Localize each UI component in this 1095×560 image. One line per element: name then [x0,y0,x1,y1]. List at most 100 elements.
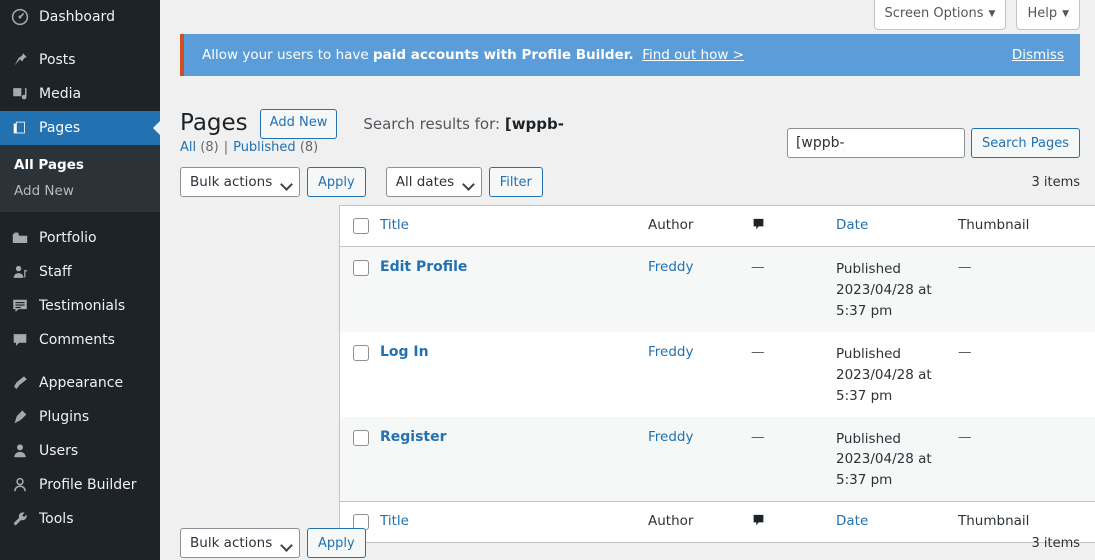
row-checkbox[interactable] [353,430,369,446]
row-author-cell: Freddy [648,332,751,417]
search-submit-button[interactable]: Search Pages [971,128,1080,158]
status-count-all: (8) [200,140,218,155]
filter-button[interactable]: Filter [489,167,543,197]
sidebar-item-comments[interactable]: Comments [0,323,160,357]
column-header-title: Title [380,206,648,247]
column-header-comments [751,206,836,247]
sidebar-separator [0,357,160,366]
plugins-icon [10,407,30,427]
help-button[interactable]: Help ▼ [1016,0,1080,30]
status-link-published[interactable]: Published [233,140,296,155]
page-title-link[interactable]: Edit Profile [380,259,467,275]
sidebar-subitem-add-new[interactable]: Add New [0,178,160,204]
tablenav-top: Bulk actions Apply All dates Filter 3 it… [180,166,1080,198]
date-filter-select[interactable]: All dates [386,167,482,197]
bulk-actions-select-wrap-bottom: Bulk actions [180,528,300,558]
date-status: Published [836,429,958,450]
bulk-actions-select-bottom[interactable]: Bulk actions [180,528,300,558]
sidebar-item-tools[interactable]: Tools [0,502,160,536]
notice-text-bold: paid accounts with Profile Builder. [373,47,634,63]
sidebar-item-staff[interactable]: Staff [0,255,160,289]
apply-bulk-action-button-bottom[interactable]: Apply [307,528,366,558]
row-title-cell: Edit Profile [380,247,648,332]
tools-icon [10,509,30,529]
pages-icon [10,118,30,138]
wp-admin-screen: Dashboard Posts Media Pages All Pages [0,0,1095,560]
sidebar-subitem-label: Add New [14,183,74,199]
sidebar-item-label: Appearance [39,376,123,390]
date-line-2: 5:37 pm [836,301,958,322]
row-comments-cell: — [751,332,836,417]
status-link-all[interactable]: All [180,140,196,155]
row-date-cell: Published 2023/04/28 at 5:37 pm [836,332,958,417]
sidebar-item-plugins[interactable]: Plugins [0,400,160,434]
table-body: Edit Profile Freddy — Published 2023/04/… [340,247,1095,502]
sidebar-item-label: Posts [39,53,76,67]
tablenav-bottom: Bulk actions Apply 3 items [180,527,1080,559]
sidebar-item-dashboard[interactable]: Dashboard [0,0,160,34]
chevron-down-icon: ▼ [989,9,996,19]
select-all-checkbox-top[interactable] [353,218,369,234]
date-line-1: 2023/04/28 at [836,280,958,301]
author-link[interactable]: Freddy [648,344,693,360]
sidebar-item-media[interactable]: Media [0,77,160,111]
sidebar-item-posts[interactable]: Posts [0,43,160,77]
row-comments-cell: — [751,417,836,502]
sidebar-item-profile-builder[interactable]: Profile Builder [0,468,160,502]
help-label: Help [1027,6,1057,21]
column-header-author: Author [648,206,751,247]
sidebar-item-label: Comments [39,333,115,347]
row-comments-cell: — [751,247,836,332]
add-new-button[interactable]: Add New [260,109,338,139]
sidebar-item-portfolio[interactable]: Portfolio [0,221,160,255]
date-filter-select-wrap: All dates [386,167,482,197]
search-summary-prefix: Search results for: [363,115,505,133]
find-out-how-link[interactable]: Find out how > [642,47,744,63]
bulk-actions-select-top[interactable]: Bulk actions [180,167,300,197]
table-row: Log In Freddy — Published 2023/04/28 at … [340,332,1095,417]
date-line-1: 2023/04/28 at [836,449,958,470]
sidebar-item-appearance[interactable]: Appearance [0,366,160,400]
notice-text-before: Allow your users to have [202,47,373,63]
column-label-author: Author [648,217,693,233]
dismiss-notice-link[interactable]: Dismiss [1012,47,1064,63]
comments-icon [10,330,30,350]
sidebar-item-testimonials[interactable]: Testimonials [0,289,160,323]
sort-by-date-link-top[interactable]: Date [836,217,868,233]
sidebar-subitem-all-pages[interactable]: All Pages [0,152,160,178]
bulk-actions-select-wrap: Bulk actions [180,167,300,197]
row-checkbox[interactable] [353,260,369,276]
author-link[interactable]: Freddy [648,259,693,275]
date-line-1: 2023/04/28 at [836,365,958,386]
sidebar-item-label: Testimonials [39,299,125,313]
page-title-link[interactable]: Log In [380,344,429,360]
screen-meta-links: Screen Options▼ Help ▼ [874,0,1080,30]
row-checkbox[interactable] [353,345,369,361]
sidebar-item-users[interactable]: Users [0,434,160,468]
sidebar-item-label: Portfolio [39,231,97,245]
search-input[interactable] [787,128,965,158]
post-status-filter-links: All (8)|Published (8) [180,140,318,155]
apply-bulk-action-button-top[interactable]: Apply [307,167,366,197]
screen-options-button[interactable]: Screen Options▼ [874,0,1007,30]
row-title-cell: Register [380,417,648,502]
chevron-down-icon: ▼ [1062,9,1069,19]
appearance-icon [10,373,30,393]
sidebar-item-label: Users [39,444,78,458]
page-title-link[interactable]: Register [380,429,447,445]
table-row: Register Freddy — Published 2023/04/28 a… [340,417,1095,502]
sort-by-title-link-top[interactable]: Title [380,217,409,233]
author-link[interactable]: Freddy [648,429,693,445]
column-header-thumbnail: Thumbnail [958,206,1095,247]
pages-list-table: Title Author Date [339,205,1095,543]
page-title: Pages [180,109,248,139]
dashboard-icon [10,7,30,27]
sidebar-item-pages[interactable]: Pages [0,111,160,145]
row-date-cell: Published 2023/04/28 at 5:37 pm [836,417,958,502]
row-select-cell [340,247,380,332]
portfolio-icon [10,228,30,248]
comment-bubble-icon[interactable] [751,217,766,236]
table-row: Edit Profile Freddy — Published 2023/04/… [340,247,1095,332]
sidebar-separator [0,34,160,43]
sidebar-item-label: Pages [39,121,80,135]
